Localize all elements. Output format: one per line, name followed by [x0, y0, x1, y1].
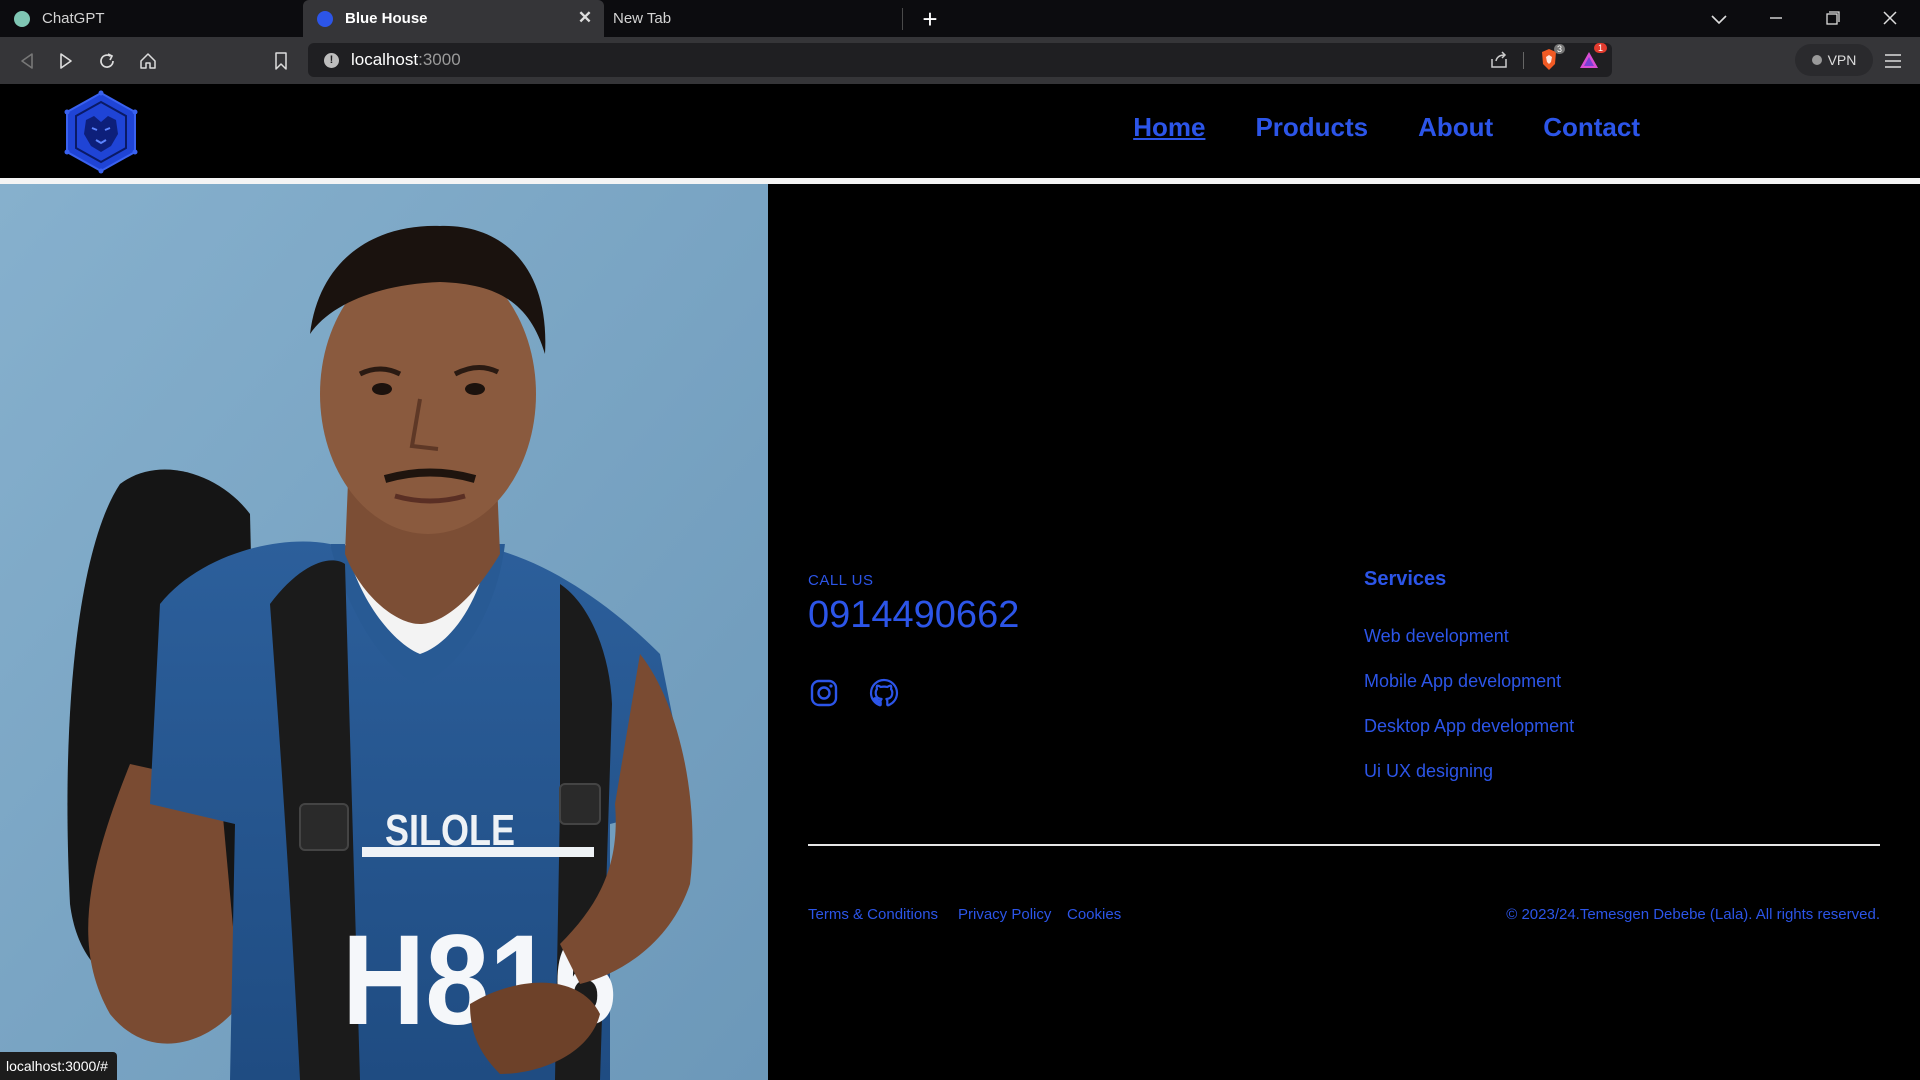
site-info-icon[interactable]: !	[324, 53, 339, 68]
share-icon[interactable]	[1484, 45, 1514, 75]
privacy-policy-link[interactable]: Privacy Policy	[958, 906, 1051, 923]
blue-house-logo-icon[interactable]	[62, 90, 140, 174]
tab-separator	[902, 8, 903, 30]
address-divider	[1523, 52, 1524, 69]
url-text[interactable]: localhost:3000	[351, 50, 461, 70]
service-link-desktop[interactable]: Desktop App development	[1364, 716, 1574, 737]
restore-button[interactable]	[1813, 4, 1853, 34]
vpn-button[interactable]: VPN	[1795, 44, 1873, 76]
shield-count-badge: 3	[1554, 44, 1566, 54]
hero-photo: SILOLE H816	[0, 184, 768, 1080]
reload-button[interactable]	[92, 46, 122, 76]
phone-number[interactable]: 0914490662	[808, 594, 1019, 637]
service-link-uiux[interactable]: Ui UX designing	[1364, 761, 1493, 782]
minimize-button[interactable]	[1756, 4, 1796, 34]
address-bar[interactable]: ! localhost:3000 3 1	[308, 43, 1612, 77]
vpn-label: VPN	[1827, 52, 1857, 68]
site-header: Home Products About Contact	[0, 84, 1920, 178]
nav-link-about[interactable]: About	[1418, 112, 1493, 143]
instagram-icon[interactable]	[809, 678, 839, 708]
tab-strip: ChatGPT Blue House ✕ New Tab +	[0, 0, 1920, 37]
cookies-link[interactable]: Cookies	[1067, 906, 1121, 923]
menu-icon[interactable]	[1878, 46, 1908, 76]
github-icon[interactable]	[869, 678, 899, 708]
site-footer: CALL US 0914490662 Services Web developm…	[768, 184, 1920, 1080]
nav-link-products[interactable]: Products	[1255, 112, 1368, 143]
tab-blue-house[interactable]: Blue House ✕	[303, 0, 604, 37]
close-window-button[interactable]	[1870, 4, 1910, 34]
shirt-text-top: SILOLE	[385, 806, 515, 855]
rewards-count-badge: 1	[1594, 43, 1608, 53]
tab-chatgpt[interactable]: ChatGPT	[0, 0, 302, 37]
new-tab-button[interactable]: +	[915, 4, 945, 34]
tab-title: New Tab	[613, 10, 672, 27]
service-link-mobile[interactable]: Mobile App development	[1364, 671, 1561, 692]
back-button[interactable]	[12, 46, 42, 76]
call-us-label: CALL US	[808, 572, 874, 589]
tab-title: ChatGPT	[42, 10, 105, 27]
brave-rewards-icon[interactable]: 1	[1574, 43, 1608, 75]
copyright-text: © 2023/24.Temesgen Debebe (Lala). All ri…	[1506, 906, 1880, 923]
status-bar-url: localhost:3000/#	[0, 1052, 117, 1080]
services-heading: Services	[1364, 568, 1447, 590]
nav-link-contact[interactable]: Contact	[1543, 112, 1640, 143]
forward-button[interactable]	[51, 46, 81, 76]
browser-toolbar: ! localhost:3000 3 1 VPN	[0, 37, 1920, 84]
service-link-web[interactable]: Web development	[1364, 626, 1509, 647]
footer-divider	[808, 844, 1880, 846]
page-viewport: Home Products About Contact SILOLE H816 …	[0, 84, 1920, 1080]
blue-house-icon	[317, 10, 333, 27]
terms-link[interactable]: Terms & Conditions	[808, 906, 938, 923]
tab-new-tab[interactable]: New Tab	[605, 0, 901, 37]
home-button[interactable]	[133, 46, 163, 76]
close-tab-icon[interactable]: ✕	[576, 9, 594, 27]
tab-title: Blue House	[345, 10, 428, 27]
nav-link-home[interactable]: Home	[1133, 112, 1205, 143]
main-nav: Home Products About Contact	[1133, 112, 1640, 143]
vpn-status-icon	[1811, 55, 1822, 65]
tab-search-chevron-icon[interactable]	[1699, 4, 1739, 34]
chatgpt-icon	[14, 10, 30, 27]
brave-shields-icon[interactable]: 3	[1534, 44, 1566, 75]
bookmark-icon[interactable]	[266, 46, 296, 76]
